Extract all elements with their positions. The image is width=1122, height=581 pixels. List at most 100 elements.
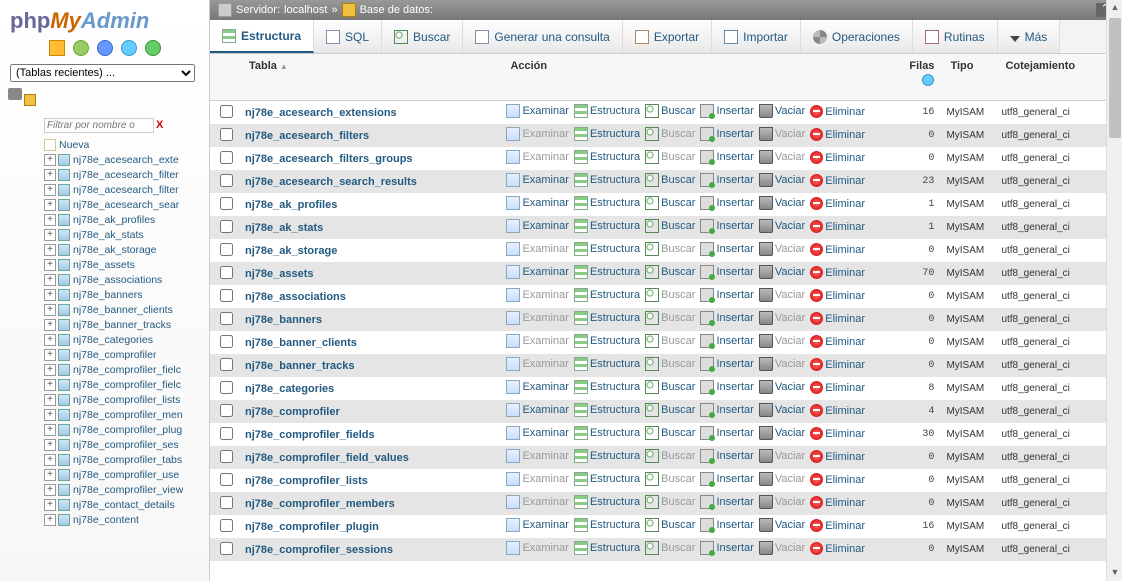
search-action[interactable]: Buscar — [645, 173, 695, 187]
drop-action[interactable]: Eliminar — [810, 496, 865, 509]
browse-action[interactable]: Examinar — [506, 380, 568, 394]
structure-action[interactable]: Estructura — [574, 173, 640, 187]
structure-action[interactable]: Estructura — [574, 403, 640, 417]
empty-action[interactable]: Vaciar — [759, 242, 805, 256]
table-name-link[interactable]: nj78e_comprofiler_sessions — [245, 544, 393, 556]
structure-action[interactable]: Estructura — [574, 380, 640, 394]
tree-item[interactable]: +nj78e_comprofiler_plug — [44, 422, 209, 437]
search-action[interactable]: Buscar — [645, 541, 695, 555]
structure-action[interactable]: Estructura — [574, 265, 640, 279]
structure-action[interactable]: Estructura — [574, 104, 640, 118]
tab-search[interactable]: Buscar — [382, 20, 463, 53]
vertical-scrollbar[interactable]: ▲ ▼ — [1106, 0, 1122, 581]
drop-action[interactable]: Eliminar — [810, 450, 865, 463]
search-action[interactable]: Buscar — [645, 265, 695, 279]
drop-action[interactable]: Eliminar — [810, 105, 865, 118]
row-checkbox[interactable] — [220, 174, 233, 187]
search-action[interactable]: Buscar — [645, 449, 695, 463]
empty-action[interactable]: Vaciar — [759, 380, 805, 394]
tree-item[interactable]: +nj78e_assets — [44, 257, 209, 272]
structure-action[interactable]: Estructura — [574, 472, 640, 486]
scroll-down-icon[interactable]: ▼ — [1107, 565, 1122, 581]
browse-action[interactable]: Examinar — [506, 196, 568, 210]
expand-icon[interactable]: + — [44, 214, 56, 226]
insert-action[interactable]: Insertar — [700, 449, 753, 463]
browse-action[interactable]: Examinar — [506, 127, 568, 141]
search-action[interactable]: Buscar — [645, 495, 695, 509]
tree-item-new[interactable]: Nueva — [44, 137, 209, 152]
drop-action[interactable]: Eliminar — [810, 542, 865, 555]
tree-item[interactable]: + nj78e_ak_profiles — [44, 212, 209, 227]
structure-action[interactable]: Estructura — [574, 541, 640, 555]
tree-item[interactable]: +nj78e_categories — [44, 332, 209, 347]
drop-action[interactable]: Eliminar — [810, 358, 865, 371]
row-checkbox[interactable] — [220, 450, 233, 463]
browse-action[interactable]: Examinar — [506, 472, 568, 486]
table-name-link[interactable]: nj78e_comprofiler_lists — [245, 475, 368, 487]
logout-icon[interactable] — [73, 40, 89, 56]
tree-item[interactable]: +nj78e_banners — [44, 287, 209, 302]
search-action[interactable]: Buscar — [645, 403, 695, 417]
drop-action[interactable]: Eliminar — [810, 243, 865, 256]
search-action[interactable]: Buscar — [645, 380, 695, 394]
table-name-link[interactable]: nj78e_ak_storage — [245, 245, 337, 257]
tree-item[interactable]: +nj78e_comprofiler_use — [44, 467, 209, 482]
insert-action[interactable]: Insertar — [700, 380, 753, 394]
insert-action[interactable]: Insertar — [700, 288, 753, 302]
structure-action[interactable]: Estructura — [574, 518, 640, 532]
browse-action[interactable]: Examinar — [506, 357, 568, 371]
insert-action[interactable]: Insertar — [700, 265, 753, 279]
tree-item[interactable]: +nj78e_content — [44, 512, 209, 527]
tree-table-link[interactable]: nj78e_ak_profiles — [73, 214, 155, 226]
search-action[interactable]: Buscar — [645, 426, 695, 440]
row-checkbox[interactable] — [220, 312, 233, 325]
search-action[interactable]: Buscar — [645, 104, 695, 118]
table-name-link[interactable]: nj78e_comprofiler — [245, 406, 340, 418]
browse-action[interactable]: Examinar — [506, 403, 568, 417]
browse-action[interactable]: Examinar — [506, 541, 568, 555]
tree-table-link[interactable]: nj78e_ak_stats — [73, 229, 144, 241]
tree-table-link[interactable]: nj78e_comprofiler_use — [73, 469, 179, 481]
tree-item[interactable]: +nj78e_acesearch_filter — [44, 182, 209, 197]
tree-table-link[interactable]: nj78e_acesearch_exte — [73, 154, 179, 166]
table-name-link[interactable]: nj78e_acesearch_filters_groups — [245, 153, 413, 165]
search-action[interactable]: Buscar — [645, 518, 695, 532]
expand-icon[interactable]: + — [44, 409, 56, 421]
tree-item[interactable]: + nj78e_comprofiler_men — [44, 407, 209, 422]
row-checkbox[interactable] — [220, 519, 233, 532]
tree-item[interactable]: +nj78e_acesearch_filter — [44, 167, 209, 182]
browse-action[interactable]: Examinar — [506, 311, 568, 325]
structure-action[interactable]: Estructura — [574, 449, 640, 463]
tree-table-link[interactable]: nj78e_comprofiler_view — [73, 484, 183, 496]
expand-icon[interactable]: + — [44, 154, 56, 166]
tree-table-link[interactable]: nj78e_acesearch_sear — [73, 199, 179, 211]
drop-action[interactable]: Eliminar — [810, 289, 865, 302]
table-name-link[interactable]: nj78e_comprofiler_field_values — [245, 452, 409, 464]
tree-table-link[interactable]: nj78e_comprofiler_fielc — [73, 364, 181, 376]
tree-table-link[interactable]: nj78e_acesearch_filter — [73, 184, 179, 196]
expand-icon[interactable]: + — [44, 514, 56, 526]
search-action[interactable]: Buscar — [645, 334, 695, 348]
scroll-up-icon[interactable]: ▲ — [1107, 0, 1122, 16]
empty-action[interactable]: Vaciar — [759, 265, 805, 279]
row-checkbox[interactable] — [220, 473, 233, 486]
drop-action[interactable]: Eliminar — [810, 381, 865, 394]
tree-table-link[interactable]: nj78e_comprofiler_men — [73, 409, 183, 421]
expand-icon[interactable]: + — [44, 379, 56, 391]
col-collation[interactable]: Cotejamiento — [997, 54, 1122, 101]
tree-table-link[interactable]: nj78e_acesearch_filter — [73, 169, 179, 181]
row-checkbox[interactable] — [220, 404, 233, 417]
search-action[interactable]: Buscar — [645, 472, 695, 486]
table-name-link[interactable]: nj78e_comprofiler_plugin — [245, 521, 379, 533]
expand-icon[interactable]: + — [44, 274, 56, 286]
empty-action[interactable]: Vaciar — [759, 219, 805, 233]
tree-item[interactable]: +nj78e_comprofiler_tabs — [44, 452, 209, 467]
insert-action[interactable]: Insertar — [700, 219, 753, 233]
tree-item[interactable]: +nj78e_comprofiler_ses — [44, 437, 209, 452]
table-name-link[interactable]: nj78e_ak_profiles — [245, 199, 337, 211]
empty-action[interactable]: Vaciar — [759, 104, 805, 118]
drop-action[interactable]: Eliminar — [810, 266, 865, 279]
insert-action[interactable]: Insertar — [700, 518, 753, 532]
table-name-link[interactable]: nj78e_acesearch_extensions — [245, 107, 397, 119]
row-checkbox[interactable] — [220, 542, 233, 555]
